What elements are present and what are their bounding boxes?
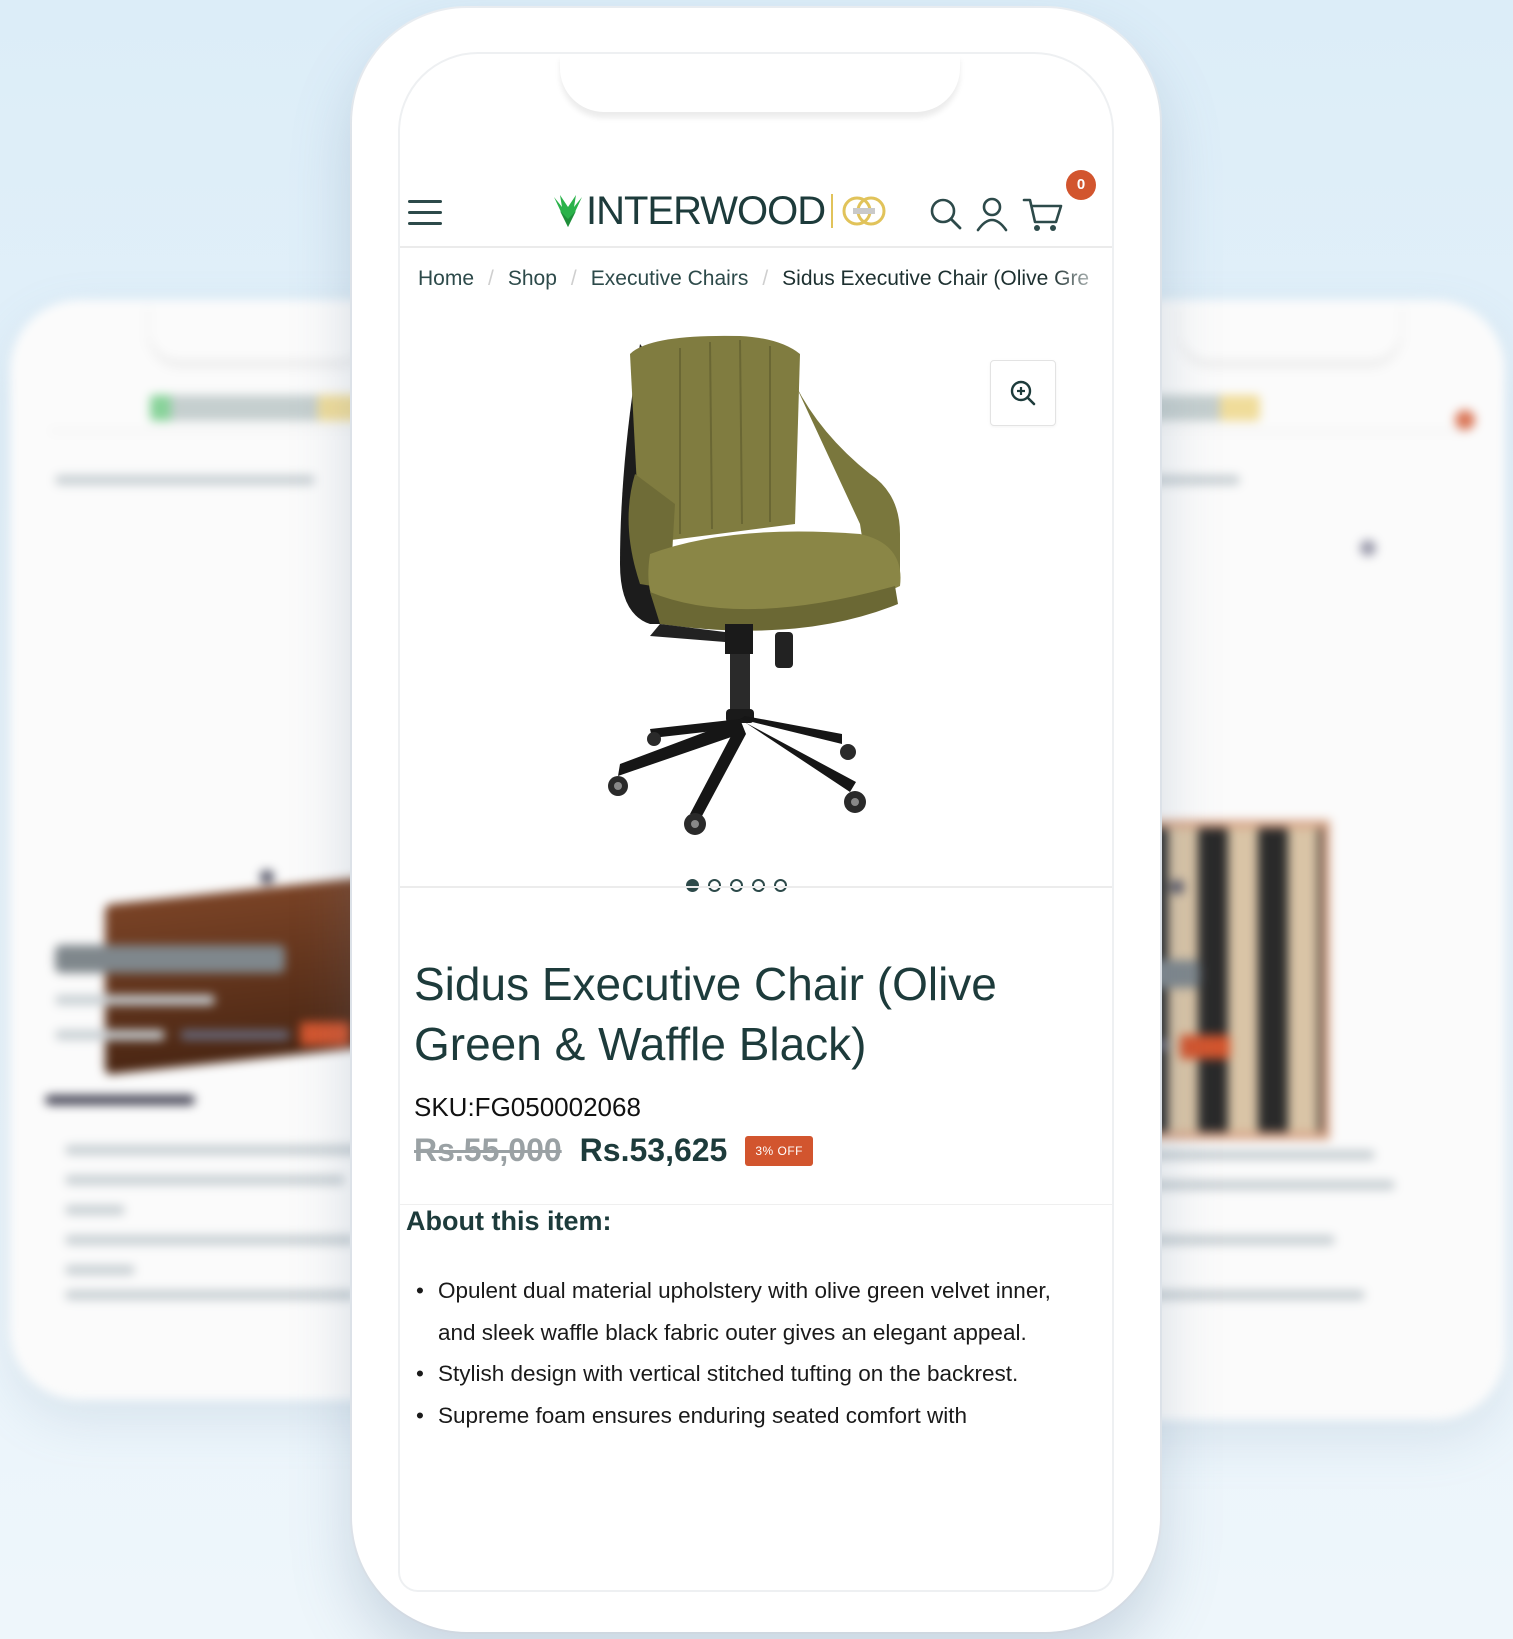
logo-divider	[831, 194, 834, 228]
site-logo[interactable]: INTERWOOD	[550, 186, 887, 236]
product-sku: SKU:FG050002068	[414, 1092, 641, 1122]
search-icon[interactable]	[926, 194, 966, 234]
price-row: Rs.55,000 Rs.53,625 3% OFF	[414, 1132, 814, 1169]
user-account-icon[interactable]	[972, 194, 1012, 234]
hamburger-menu-icon[interactable]	[408, 200, 442, 228]
feature-item: Stylish design with vertical stitched tu…	[416, 1353, 1078, 1395]
zoom-button[interactable]	[990, 360, 1056, 426]
breadcrumb-home[interactable]: Home	[418, 267, 474, 291]
section-divider	[400, 886, 1112, 888]
phone-frame: INTERWOOD 0 Home / Shop / Executive Chai…	[352, 8, 1160, 1632]
discount-badge: 3% OFF	[745, 1135, 814, 1166]
phone-screen: INTERWOOD 0 Home / Shop / Executive Chai…	[398, 52, 1114, 1592]
breadcrumb-executive-chairs[interactable]: Executive Chairs	[591, 267, 749, 291]
feature-item: Opulent dual material upholstery with ol…	[416, 1270, 1078, 1353]
product-gallery[interactable]	[400, 324, 1112, 892]
cart-count-badge[interactable]: 0	[1066, 170, 1096, 200]
product-chair-image	[608, 335, 901, 835]
site-header: INTERWOOD	[400, 176, 1112, 248]
product-title: Sidus Executive Chair (Olive Green & Waf…	[414, 958, 997, 1070]
breadcrumb-current: Sidus Executive Chair (Olive Gre	[782, 267, 1090, 290]
logo-text: INTERWOOD	[586, 189, 826, 233]
phone-notch	[560, 54, 960, 112]
breadcrumb: Home / Shop / Executive Chairs / Sidus E…	[418, 267, 1090, 291]
shopping-cart-icon[interactable]	[1022, 194, 1066, 234]
breadcrumb-shop[interactable]: Shop	[508, 267, 557, 291]
original-price: Rs.55,000	[414, 1132, 562, 1168]
feature-item: Supreme foam ensures enduring seated com…	[416, 1395, 1078, 1437]
anniversary-badge-icon	[842, 196, 886, 226]
feature-list: Opulent dual material upholstery with ol…	[416, 1270, 1078, 1437]
zoom-in-icon	[1010, 380, 1036, 406]
sale-price: Rs.53,625	[579, 1132, 728, 1168]
about-heading: About this item:	[406, 1206, 612, 1236]
leaf-logo-icon	[554, 195, 582, 227]
